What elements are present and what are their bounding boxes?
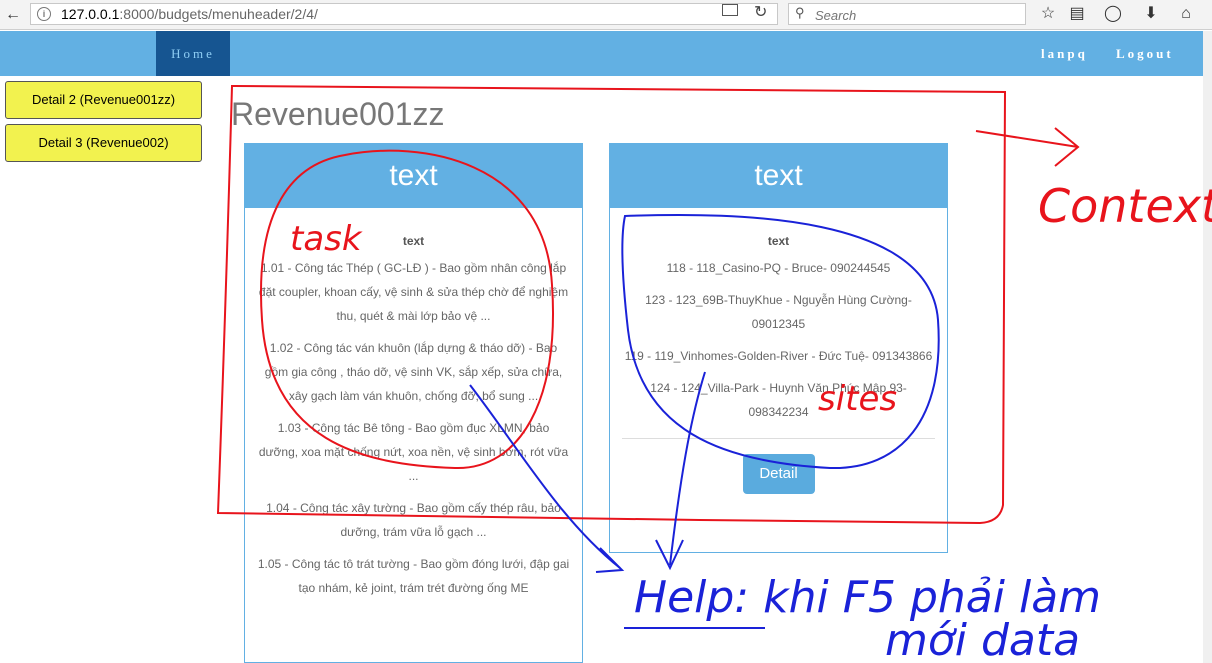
task-annotation-label: task bbox=[290, 219, 363, 259]
context-annotation-label: Context bbox=[1038, 179, 1212, 233]
help-arrow-left bbox=[469, 384, 621, 569]
help-arrow-right bbox=[669, 371, 706, 566]
task-circle bbox=[260, 149, 554, 470]
annotation-overlay: Context task sites Help: khi F5 phải làm… bbox=[216, 85, 1212, 663]
context-box-stroke bbox=[216, 85, 1007, 525]
sites-circle bbox=[621, 213, 940, 470]
help-annotation-line2: mới data bbox=[885, 615, 1080, 663]
sites-annotation-label: sites bbox=[818, 379, 897, 419]
context-arrow bbox=[975, 127, 1080, 167]
